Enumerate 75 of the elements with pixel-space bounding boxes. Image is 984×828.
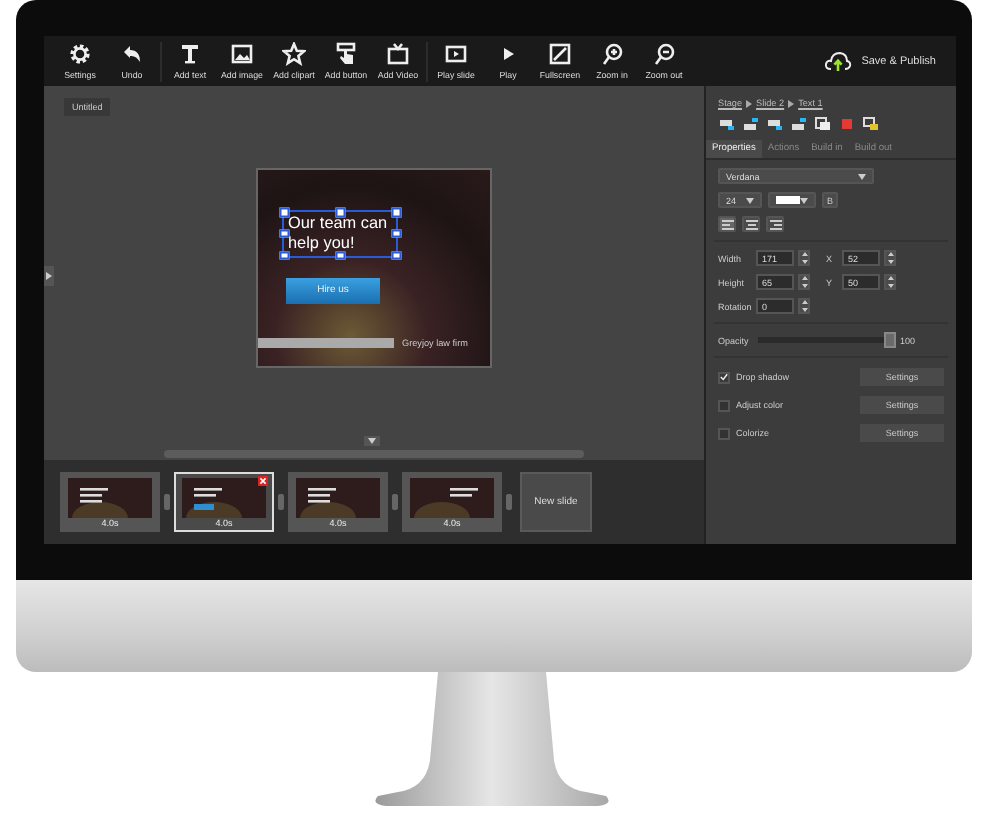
opacity-slider[interactable] [758,332,894,348]
resize-handle[interactable] [279,207,289,217]
align-button[interactable] [766,216,784,232]
zoom-in-icon [600,42,624,66]
delete-icon [258,476,268,486]
star-icon [282,42,306,66]
caret-icon [746,197,754,203]
checkbox[interactable] [718,371,730,383]
resize-handle[interactable] [279,250,289,260]
checkmark-icon [720,372,728,382]
stepper[interactable] [798,298,810,314]
tv-icon [386,42,410,66]
separator-arrow-icon [788,99,795,107]
color-swatch [776,196,800,204]
resize-handle[interactable] [391,229,401,239]
layer-icon [718,116,736,132]
stepper-arrows-icon [801,300,807,312]
arrange-button[interactable] [814,116,832,132]
resize-handle[interactable] [335,250,345,260]
arrow-right-icon [46,272,52,280]
caret-icon [858,173,866,179]
drag-grip[interactable] [392,494,398,510]
slider-thumb[interactable] [883,332,896,348]
align-icon [721,219,733,229]
separator-arrow-icon [746,99,753,107]
stepper[interactable] [798,274,810,290]
resize-handle[interactable] [391,250,401,260]
caption-bar [258,337,394,348]
arrange-button[interactable] [862,116,880,132]
collapse-panel-tab[interactable] [364,436,380,446]
layer-icon [766,116,784,132]
align-icon [769,219,781,229]
stepper-arrows-icon [801,276,807,288]
caret-icon [800,197,808,203]
horizontal-scrollbar[interactable] [44,446,704,460]
arrange-button[interactable] [718,116,736,132]
align-button[interactable] [718,216,736,232]
align-button[interactable] [742,216,760,232]
expand-panel-tab[interactable] [44,266,54,286]
selected-text-box[interactable]: Our team can help you! [282,210,398,258]
undo-arrow-icon [120,42,144,66]
arrow-down-icon [368,438,376,444]
arrange-button[interactable] [766,116,784,132]
stepper-arrows-icon [887,276,893,288]
resize-handle[interactable] [335,207,345,217]
drag-grip[interactable] [278,494,284,510]
color-picker[interactable] [768,192,816,208]
layer-icon [742,116,760,132]
arrange-button[interactable] [790,116,808,132]
play-slide-icon [444,42,468,66]
cloud-upload-icon [823,50,852,72]
drag-grip[interactable] [164,494,170,510]
drag-grip[interactable] [506,494,512,510]
text-icon [178,42,202,66]
layer-icon [790,116,808,132]
lock-icon [862,116,880,132]
stepper[interactable] [798,250,810,266]
align-icon [745,219,757,229]
image-icon [230,42,254,66]
resize-handle[interactable] [391,207,401,217]
square-icon [838,116,856,132]
stepper-arrows-icon [887,252,893,264]
checkbox[interactable] [718,427,730,439]
gear-icon [68,42,92,66]
layer-icon [814,116,832,132]
stepper[interactable] [884,274,896,290]
resize-handle[interactable] [279,229,289,239]
fullscreen-icon [548,42,572,66]
stepper[interactable] [884,250,896,266]
stepper-arrows-icon [801,252,807,264]
slide-heading: Our team can help you! [288,214,390,254]
hand-cursor-icon [334,42,358,66]
zoom-out-icon [652,42,676,66]
arrange-button[interactable] [742,116,760,132]
checkbox[interactable] [718,399,730,411]
